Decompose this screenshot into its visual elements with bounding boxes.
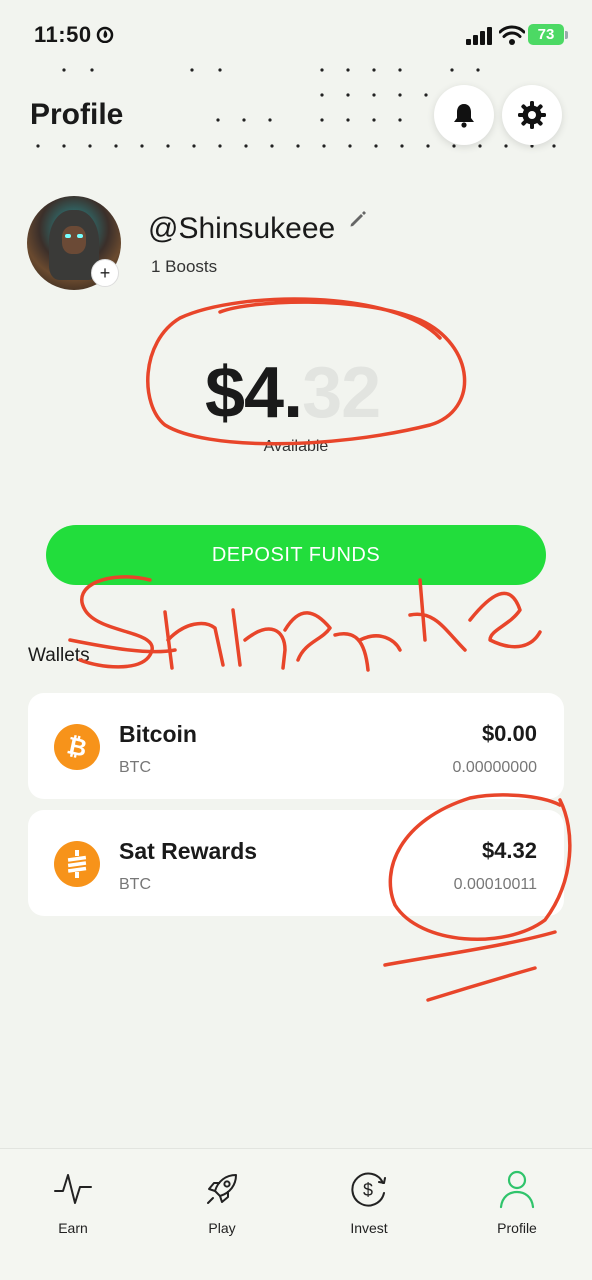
wallet-name: Bitcoin: [119, 721, 197, 747]
activity-icon: [54, 1174, 92, 1204]
balance-amount: $4.32: [205, 352, 381, 434]
wallet-usd-value: $0.00: [481, 721, 537, 746]
username: @Shinsukeee: [148, 212, 336, 245]
wallet-btc-value: 0.00000000: [452, 759, 537, 776]
plus-icon: +: [99, 263, 111, 283]
nav-label: Play: [208, 1220, 236, 1236]
nav-item-earn[interactable]: Earn: [18, 1149, 128, 1249]
wifi-icon: [499, 25, 525, 45]
settings-button[interactable]: [502, 85, 562, 145]
wallet-btc-value: 0.00010011: [453, 876, 537, 893]
balance-cents: 32: [302, 353, 381, 433]
status-time: 11:50: [34, 22, 92, 47]
battery-indicator: 73: [528, 24, 564, 45]
wallet-card-sat-rewards[interactable]: Sat Rewards BTC $4.32 0.00010011: [28, 810, 564, 916]
bottom-navigation: Earn Play $ Invest Profile: [0, 1148, 592, 1280]
bell-icon: [454, 104, 474, 128]
sat-icon: [54, 841, 100, 887]
page-title: Profile: [30, 98, 124, 131]
nav-label: Earn: [58, 1220, 88, 1236]
nav-item-play[interactable]: Play: [167, 1149, 277, 1249]
pencil-icon[interactable]: [349, 210, 367, 228]
avatar-eye: [65, 234, 71, 238]
add-avatar-button[interactable]: +: [91, 259, 119, 287]
dollar-cycle-icon: $: [351, 1172, 386, 1207]
wallet-name: Sat Rewards: [119, 838, 258, 864]
wallet-usd-value: $4.32: [481, 838, 537, 863]
wallet-currency: BTC: [119, 876, 151, 893]
nav-label: Invest: [350, 1220, 388, 1236]
avatar-eye: [77, 234, 83, 238]
focus-icon: [96, 26, 114, 43]
wallets-title: Wallets: [28, 645, 90, 666]
signal-icon: [466, 27, 492, 45]
nav-item-profile[interactable]: Profile: [462, 1149, 572, 1249]
handwritten-annotation: [68, 297, 572, 1002]
notifications-button[interactable]: [434, 85, 494, 145]
wallet-currency: BTC: [119, 759, 151, 776]
balance-label: Available: [263, 438, 329, 455]
svg-text:$: $: [363, 1180, 373, 1200]
person-icon: [499, 1170, 535, 1209]
rocket-icon: [207, 1174, 237, 1204]
wallet-card-bitcoin[interactable]: ₿ Bitcoin BTC $0.00 0.00000000: [28, 693, 564, 799]
nav-item-invest[interactable]: $ Invest: [314, 1149, 424, 1249]
avatar-face: [62, 226, 86, 254]
gear-icon: [518, 101, 546, 129]
battery-cap: [565, 31, 568, 39]
svg-text:₿: ₿: [65, 732, 90, 762]
bitcoin-icon: ₿: [54, 724, 100, 770]
nav-label: Profile: [497, 1220, 537, 1236]
boosts-count: 1 Boosts: [151, 257, 218, 276]
deposit-funds-button[interactable]: DEPOSIT FUNDS: [46, 525, 546, 585]
balance-main: $4.: [205, 353, 303, 433]
